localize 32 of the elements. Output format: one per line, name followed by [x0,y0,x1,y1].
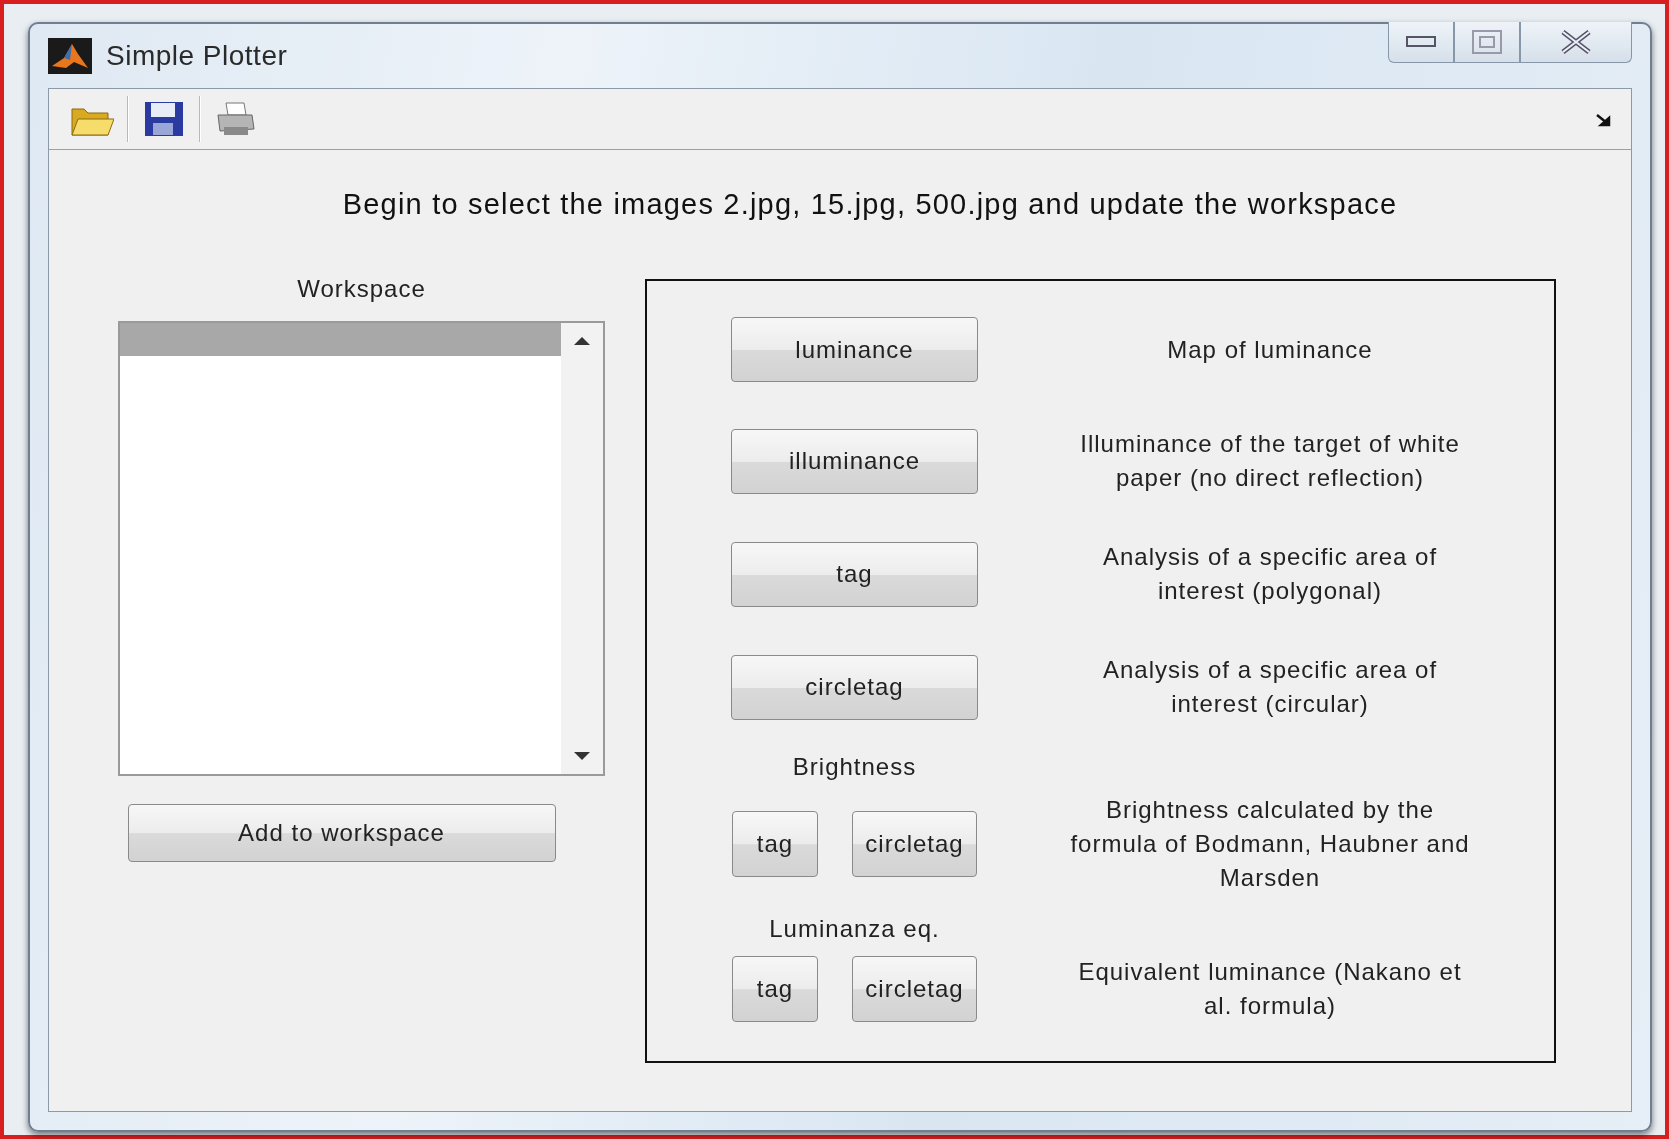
function-description: Analysis of a specific area of interest (circular) [1101,655,1439,719]
group-button[interactable]: circletag [852,811,977,877]
close-icon [1560,29,1592,55]
function-description: Illuminance of the target of white paper (no direct reflection) [1079,429,1461,493]
scroll-up-icon [574,337,590,345]
dock-arrow-icon[interactable] [1595,113,1613,129]
scroll-down-icon [574,752,590,760]
group-button[interactable]: tag [732,811,818,877]
function-description: Analysis of a specific area of interest (polygonal) [1101,542,1439,606]
group-description: Equivalent luminance (Nakano et al. formula) [1077,957,1463,1021]
function-button[interactable]: circletag [731,654,978,720]
maximize-icon [1472,30,1502,54]
scrollbar[interactable] [561,323,603,774]
group-button[interactable]: tag [732,956,818,1022]
close-button[interactable] [1520,22,1632,63]
instruction-text: Begin to select the images 2.jpg, 15.jpg, 500.jpg and update the workspace [341,188,1398,221]
workspace-listbox[interactable] [118,321,605,776]
minimize-button[interactable] [1388,22,1454,63]
add-to-workspace-button[interactable]: Add to workspace [127,804,556,862]
function-button[interactable]: tag [731,541,978,607]
group-label: Luminanza eq. [769,915,940,943]
app-logo-icon [48,38,92,74]
workspace-label: Workspace [297,275,426,303]
function-button[interactable]: luminance [731,317,978,382]
group-button[interactable]: circletag [852,956,977,1022]
printer-icon [216,101,256,137]
function-button[interactable]: illuminance [731,428,978,494]
group-label: Brightness [792,753,917,781]
group-description: Brightness calculated by the formula of Bodmann, Haubner and Marsden [1069,795,1471,893]
window-title: Simple Plotter [106,40,288,72]
minimize-icon [1406,36,1436,48]
function-description: Map of luminance [1166,334,1374,365]
